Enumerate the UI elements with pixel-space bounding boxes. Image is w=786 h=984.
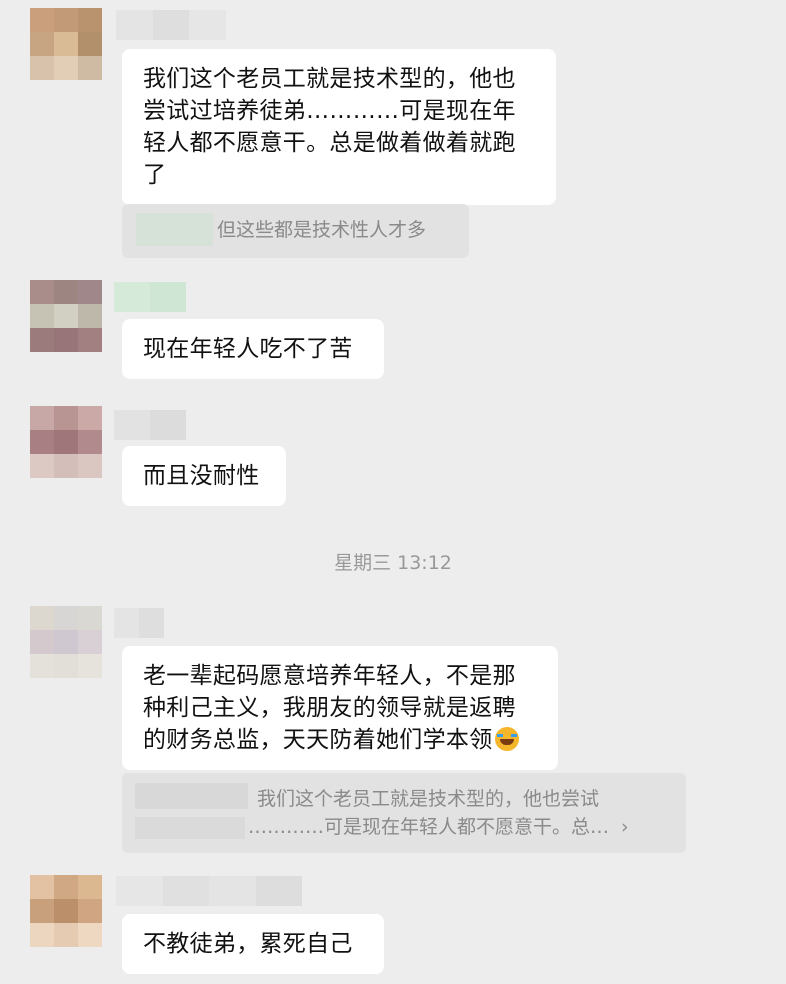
grinning-tears-emoji-icon xyxy=(494,727,519,751)
message-bubble[interactable]: 我们这个老员工就是技术型的，他也尝试过培养徒弟…………可是现在年轻人都不愿意干。… xyxy=(122,49,556,205)
message-text: 我们这个老员工就是技术型的，他也尝试过培养徒弟…………可是现在年轻人都不愿意干。… xyxy=(143,66,516,188)
avatar[interactable] xyxy=(30,8,102,80)
sender-name-blurred xyxy=(114,282,186,312)
quoted-text-line2: …………可是现在年轻人都不愿意干。总… › xyxy=(248,816,629,838)
sender-name-blurred xyxy=(114,608,164,638)
sender-name-blurred xyxy=(114,410,186,440)
quoted-sender-blurred xyxy=(136,213,213,246)
message-bubble[interactable]: 现在年轻人吃不了苦 xyxy=(122,319,384,379)
message-bubble[interactable]: 老一辈起码愿意培养年轻人，不是那种利己主义，我朋友的领导就是返聘的财务总监，天天… xyxy=(122,646,558,770)
quoted-message[interactable]: 我们这个老员工就是技术型的，他也尝试 …………可是现在年轻人都不愿意干。总… › xyxy=(122,773,686,853)
message-bubble[interactable]: 不教徒弟，累死自己 xyxy=(122,914,384,974)
message-text: 而且没耐性 xyxy=(143,463,260,489)
message-text: 现在年轻人吃不了苦 xyxy=(143,336,353,362)
quoted-sender-blurred xyxy=(135,783,248,809)
message-text: 不教徒弟，累死自己 xyxy=(143,931,353,957)
message-text: 老一辈起码愿意培养年轻人，不是那种利己主义，我朋友的领导就是返聘的财务总监，天天… xyxy=(143,663,516,753)
quoted-text: 但这些都是技术性人才多 xyxy=(217,219,427,241)
message-bubble[interactable]: 而且没耐性 xyxy=(122,446,286,506)
avatar[interactable] xyxy=(30,280,102,352)
quoted-message[interactable]: 但这些都是技术性人才多 xyxy=(122,204,469,258)
avatar[interactable] xyxy=(30,406,102,478)
sender-name-blurred xyxy=(116,10,227,40)
sender-name-blurred xyxy=(116,876,302,906)
avatar[interactable] xyxy=(30,875,102,947)
quoted-sender-blurred xyxy=(135,817,245,839)
timestamp: 星期三 13:12 xyxy=(334,552,452,574)
quoted-text-line1: 我们这个老员工就是技术型的，他也尝试 xyxy=(257,788,600,810)
avatar[interactable] xyxy=(30,606,102,678)
chevron-right-icon[interactable]: › xyxy=(621,816,629,838)
